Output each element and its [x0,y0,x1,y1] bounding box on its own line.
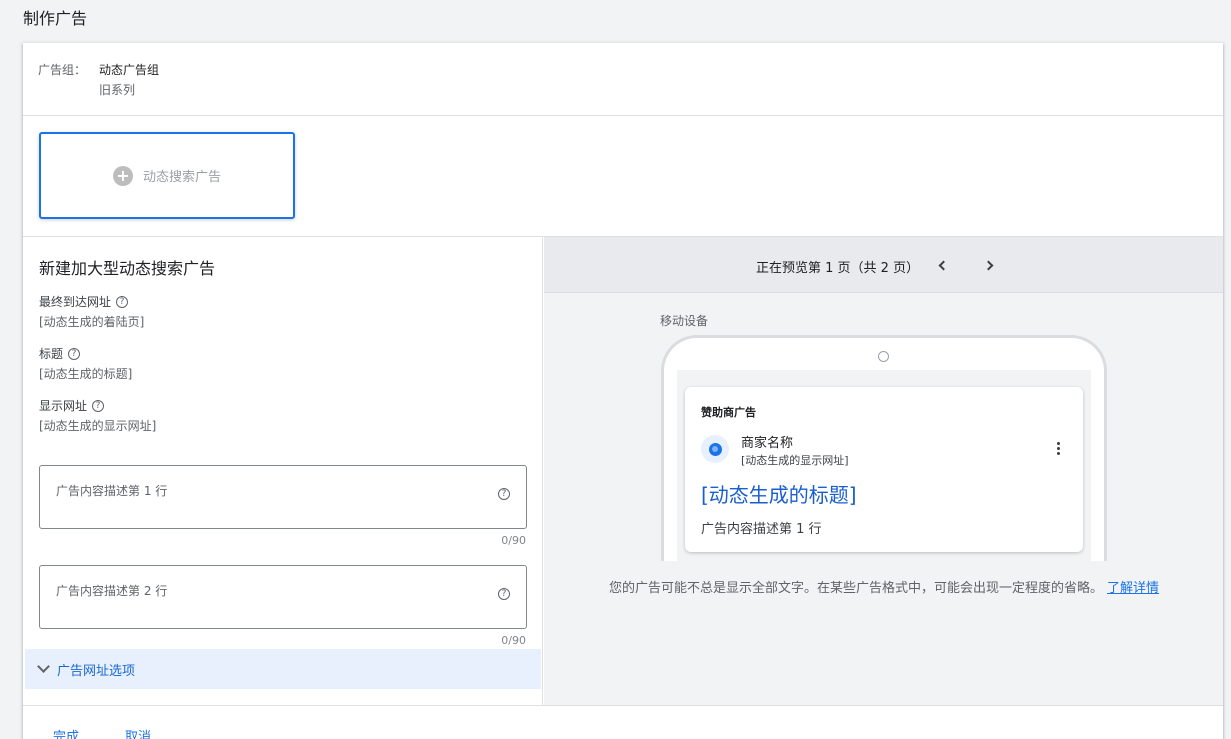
ad-editor-card: 广告组： 动态广告组 旧系列 + 动态搜索广告 新建加大型动态搜索广告 最终到达… [23,43,1223,739]
next-page-button[interactable] [982,257,998,273]
description-line-2-counter: 0/90 [501,634,526,647]
sponsored-label: 赞助商广告 [701,406,756,419]
final-url-label: 最终到达网址 ? [39,293,129,310]
ad-group-label: 广告组： [38,63,87,77]
help-icon[interactable]: ? [498,588,510,600]
display-url-value: [动态生成的显示网址] [39,419,157,433]
learn-more-link[interactable]: 了解详情 [1107,581,1159,596]
ad-group-row: 广告组： 动态广告组 旧系列 [23,43,1223,116]
headline-value: [动态生成的标题] [39,367,133,381]
preview-page-status: 正在预览第 1 页（共 2 页） [756,261,920,276]
plus-circle-icon: + [112,165,133,186]
form-footer: 完成 取消 [23,705,1223,739]
ad-type-row: + 动态搜索广告 [23,116,1223,237]
ad-type-label: 动态搜索广告 [142,170,221,185]
done-button[interactable]: 完成 [53,726,79,739]
help-icon[interactable]: ? [68,347,81,360]
help-icon[interactable]: ? [92,399,105,412]
chevron-right-icon [983,260,994,270]
description-line-2-input[interactable]: 广告内容描述第 2 行 ? [39,565,527,629]
cancel-button[interactable]: 取消 [125,726,151,739]
ad-preview-card: 赞助商广告 商家名称 [动态生成的显示网址] [动态生成的标题] 广告内容描述第… [685,387,1083,552]
ad-url-options-label: 广告网址选项 [57,663,136,679]
description-line-2-placeholder: 广告内容描述第 2 行 [56,584,168,598]
dynamic-search-ad-type-card[interactable]: + 动态搜索广告 [39,132,295,219]
display-url-label: 显示网址 ? [39,397,105,414]
preview-header: 正在预览第 1 页（共 2 页） [544,237,1223,293]
description-line-1-counter: 0/90 [501,534,526,547]
preview-headline: [动态生成的标题] [701,483,857,507]
phone-screen: 赞助商广告 商家名称 [动态生成的显示网址] [动态生成的标题] 广告内容描述第… [677,370,1091,561]
description-line-1-input[interactable]: 广告内容描述第 1 行 ? [39,465,527,529]
display-url-label-text: 显示网址 [39,399,88,413]
device-label: 移动设备 [660,314,709,328]
business-name: 商家名称 [741,436,794,451]
form-title: 新建加大型动态搜索广告 [39,259,216,278]
ad-preview-panel: 正在预览第 1 页（共 2 页） 移动设备 赞助商广告 商家名称 [动态生成的显… [544,237,1223,705]
headline-label-text: 标题 [39,347,64,361]
campaign-name: 旧系列 [99,83,136,97]
more-options-icon[interactable] [1057,442,1061,455]
help-icon[interactable]: ? [116,295,129,308]
chevron-left-icon [938,260,949,270]
phone-mockup: 赞助商广告 商家名称 [动态生成的显示网址] [动态生成的标题] 广告内容描述第… [661,335,1107,561]
page-title: 制作广告 [23,9,88,28]
globe-icon [701,435,729,463]
preview-description: 广告内容描述第 1 行 [701,522,822,537]
disclaimer-text: 您的广告可能不总是显示全部文字。在某些广告格式中，可能会出现一定程度的省略。 [609,581,1104,596]
headline-label: 标题 ? [39,345,81,362]
preview-display-url: [动态生成的显示网址] [741,454,849,467]
final-url-label-text: 最终到达网址 [39,295,112,309]
ad-form: 新建加大型动态搜索广告 最终到达网址 ? [动态生成的着陆页] 标题 ? [动态… [23,237,543,705]
phone-camera-icon [878,351,889,362]
help-icon[interactable]: ? [498,488,510,500]
ad-group-name: 动态广告组 [99,63,160,77]
description-line-1-placeholder: 广告内容描述第 1 行 [56,484,168,498]
final-url-value: [动态生成的着陆页] [39,315,145,329]
chevron-down-icon [37,660,50,673]
ad-url-options-toggle[interactable]: 广告网址选项 [25,649,541,689]
preview-disclaimer: 您的广告可能不总是显示全部文字。在某些广告格式中，可能会出现一定程度的省略。 了解… [609,577,1159,596]
previous-page-button[interactable] [934,257,950,273]
